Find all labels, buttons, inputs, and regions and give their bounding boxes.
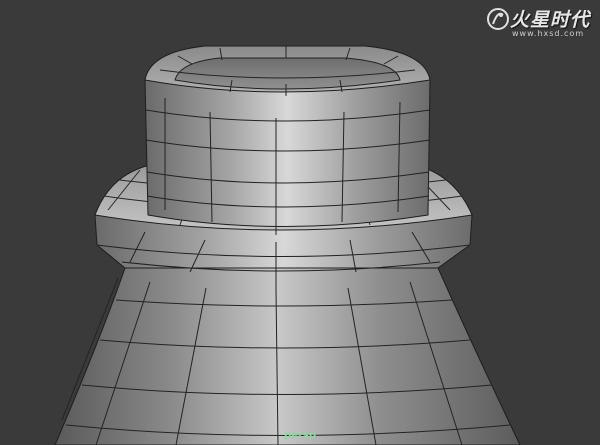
perspective-viewport[interactable]: 火星时代 www.hxsd.com persp (0, 0, 600, 445)
watermark-logo: 火星时代 www.hxsd.com (486, 4, 598, 40)
camera-label: persp (284, 430, 316, 441)
watermark-brand-text: 火星时代 (510, 9, 591, 31)
watermark-url-text: www.hxsd.com (512, 29, 585, 38)
hxsd-logo-icon (487, 8, 509, 30)
model-mesh[interactable] (0, 0, 600, 445)
